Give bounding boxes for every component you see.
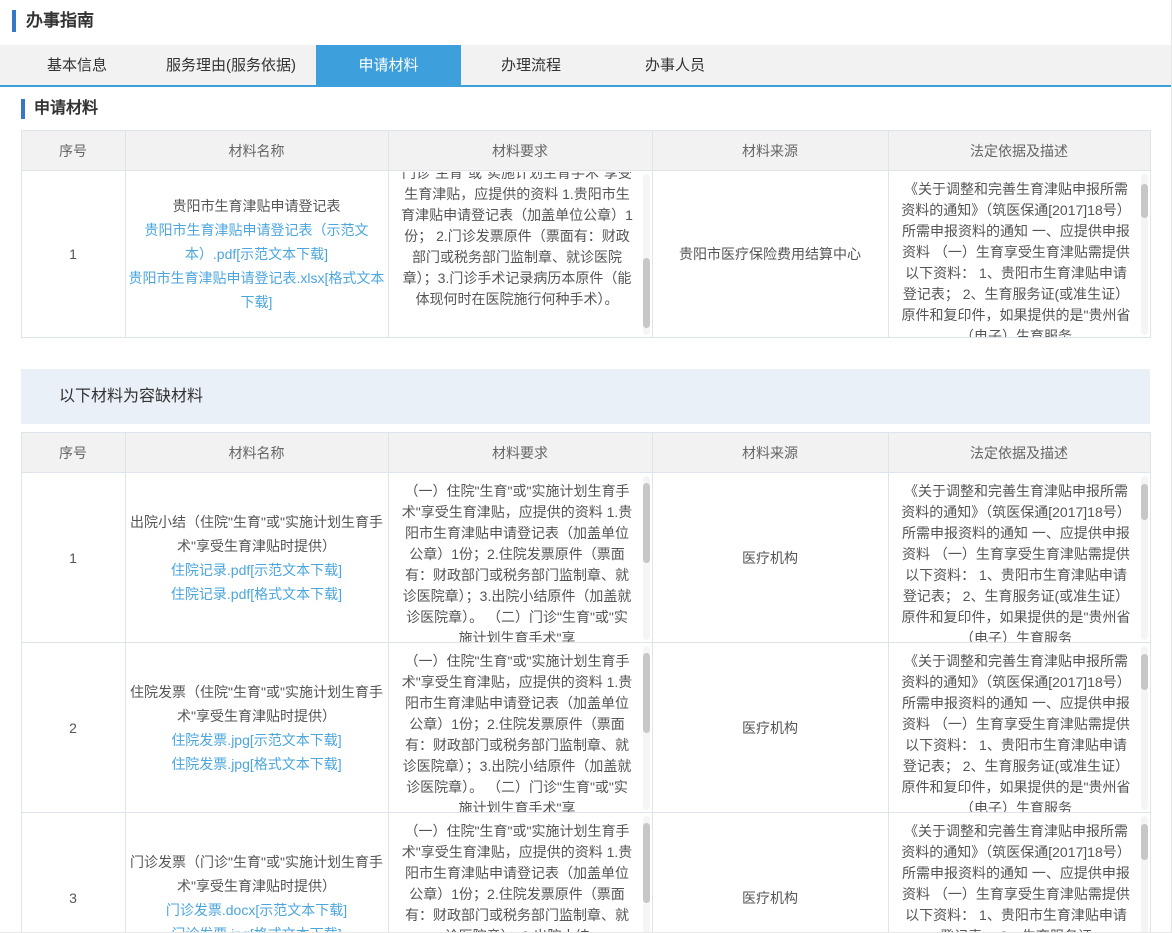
source-cell: 医疗机构 — [652, 473, 888, 643]
legal-scroll-area[interactable]: 《关于调整和完善生育津贴申报所需资料的通知》（筑医保通[2017]18号） 所需… — [889, 814, 1150, 933]
col-header-requirement: 材料要求 — [388, 131, 652, 171]
legal-text: 《关于调整和完善生育津贴申报所需资料的通知》（筑医保通[2017]18号） 所需… — [889, 644, 1150, 812]
requirement-cell: （一）住院"生育"或"实施计划生育手术"享受生育津贴，应提供的资料 1.贵阳市生… — [388, 813, 652, 933]
source-cell: 医疗机构 — [652, 813, 888, 933]
legal-cell: 《关于调整和完善生育津贴申报所需资料的通知》（筑医保通[2017]18号） 所需… — [888, 473, 1150, 643]
legal-text: 《关于调整和完善生育津贴申报所需资料的通知》（筑医保通[2017]18号） 所需… — [889, 814, 1150, 933]
requirement-scroll-area[interactable]: （一）住院"生育"或"实施计划生育手术"享受生育津贴，应提供的资料 1.贵阳市生… — [389, 814, 652, 933]
requirement-text: 门诊"生育"或"实施计划生育手术"享受生育津贴，应提供的资料 1.贵阳市生育津贴… — [389, 172, 652, 310]
legal-scroll-area[interactable]: 《关于调整和完善生育津贴申报所需资料的通知》（筑医保通[2017]18号） 所需… — [889, 644, 1150, 812]
scrollbar-thumb[interactable] — [643, 823, 650, 903]
material-name-cell: 贵阳市生育津贴申请登记表 贵阳市生育津贴申请登记表（示范文本）.pdf[示范文本… — [125, 171, 388, 338]
scrollbar-thumb[interactable] — [1141, 824, 1148, 860]
tab-bar: 基本信息 服务理由(服务依据) 申请材料 办理流程 办事人员 — [0, 45, 1171, 87]
requirement-cell: （一）住院"生育"或"实施计划生育手术"享受生育津贴，应提供的资料 1.贵阳市生… — [388, 643, 652, 813]
tab-basic-info[interactable]: 基本信息 — [8, 45, 146, 87]
seq-cell: 2 — [21, 643, 125, 813]
format-doc-link[interactable]: 住院记录.pdf[格式文本下载] — [126, 582, 388, 606]
table-header-row: 序号 材料名称 材料要求 材料来源 法定依据及描述 — [21, 433, 1150, 473]
scrollbar-thumb[interactable] — [1141, 184, 1148, 218]
tab-process[interactable]: 办理流程 — [461, 45, 601, 87]
table-row: 1 贵阳市生育津贴申请登记表 贵阳市生育津贴申请登记表（示范文本）.pdf[示范… — [21, 171, 1150, 338]
scrollbar-thumb[interactable] — [643, 258, 650, 328]
legal-scroll-area[interactable]: 《关于调整和完善生育津贴申报所需资料的通知》（筑医保通[2017]18号） 所需… — [889, 474, 1150, 642]
col-header-seq: 序号 — [21, 433, 125, 473]
requirement-cell: 门诊"生育"或"实施计划生育手术"享受生育津贴，应提供的资料 1.贵阳市生育津贴… — [388, 171, 652, 338]
material-name: 贵阳市生育津贴申请登记表 — [173, 198, 341, 214]
requirement-text: （一）住院"生育"或"实施计划生育手术"享受生育津贴，应提供的资料 1.贵阳市生… — [389, 474, 652, 642]
sample-doc-link[interactable]: 贵阳市生育津贴申请登记表（示范文本）.pdf[示范文本下载] — [126, 218, 388, 266]
material-name: 出院小结（住院"生育"或"实施计划生育手术"享受生育津贴时提供） — [130, 514, 383, 554]
source-cell: 贵阳市医疗保险费用结算中心 — [652, 171, 888, 338]
tolerant-materials-banner: 以下材料为容缺材料 — [21, 369, 1150, 424]
scrollbar-thumb[interactable] — [643, 653, 650, 733]
col-header-legal: 法定依据及描述 — [888, 131, 1150, 171]
sample-doc-link[interactable]: 住院记录.pdf[示范文本下载] — [126, 558, 388, 582]
col-header-name: 材料名称 — [125, 433, 388, 473]
sample-doc-link[interactable]: 门诊发票.docx[示范文本下载] — [126, 898, 388, 922]
legal-text: 《关于调整和完善生育津贴申报所需资料的通知》（筑医保通[2017]18号） 所需… — [889, 172, 1150, 337]
col-header-seq: 序号 — [21, 131, 125, 171]
legal-cell: 《关于调整和完善生育津贴申报所需资料的通知》（筑医保通[2017]18号） 所需… — [888, 171, 1150, 338]
source-cell: 医疗机构 — [652, 643, 888, 813]
scrollbar-thumb[interactable] — [1141, 484, 1148, 520]
format-doc-link[interactable]: 门诊发票.jpg[格式文本下载] — [126, 922, 388, 933]
service-guide-page: 办事指南 基本信息 服务理由(服务依据) 申请材料 办理流程 办事人员 申请材料… — [0, 0, 1172, 933]
tab-staff[interactable]: 办事人员 — [601, 45, 749, 87]
material-name-cell: 出院小结（住院"生育"或"实施计划生育手术"享受生育津贴时提供） 住院记录.pd… — [125, 473, 388, 643]
col-header-source: 材料来源 — [652, 131, 888, 171]
requirement-cell: （一）住院"生育"或"实施计划生育手术"享受生育津贴，应提供的资料 1.贵阳市生… — [388, 473, 652, 643]
requirement-text: （一）住院"生育"或"实施计划生育手术"享受生育津贴，应提供的资料 1.贵阳市生… — [389, 644, 652, 812]
col-header-source: 材料来源 — [652, 433, 888, 473]
material-name-cell: 门诊发票（门诊"生育"或"实施计划生育手术"享受生育津贴时提供） 门诊发票.do… — [125, 813, 388, 933]
tab-application-materials[interactable]: 申请材料 — [316, 45, 461, 87]
col-header-legal: 法定依据及描述 — [888, 433, 1150, 473]
requirement-scroll-area[interactable]: 门诊"生育"或"实施计划生育手术"享受生育津贴，应提供的资料 1.贵阳市生育津贴… — [389, 172, 652, 337]
requirement-scroll-area[interactable]: （一）住院"生育"或"实施计划生育手术"享受生育津贴，应提供的资料 1.贵阳市生… — [389, 474, 652, 642]
requirement-scroll-area[interactable]: （一）住院"生育"或"实施计划生育手术"享受生育津贴，应提供的资料 1.贵阳市生… — [389, 644, 652, 812]
materials-table: 序号 材料名称 材料要求 材料来源 法定依据及描述 1 贵阳市生育津贴申请登记表… — [21, 130, 1151, 338]
table-row: 1 出院小结（住院"生育"或"实施计划生育手术"享受生育津贴时提供） 住院记录.… — [21, 473, 1150, 643]
legal-text: 《关于调整和完善生育津贴申报所需资料的通知》（筑医保通[2017]18号） 所需… — [889, 474, 1150, 642]
material-name: 门诊发票（门诊"生育"或"实施计划生育手术"享受生育津贴时提供） — [130, 854, 383, 894]
table-row: 3 门诊发票（门诊"生育"或"实施计划生育手术"享受生育津贴时提供） 门诊发票.… — [21, 813, 1150, 933]
tolerant-materials-table: 序号 材料名称 材料要求 材料来源 法定依据及描述 1 出院小结（住院"生育"或… — [21, 432, 1151, 933]
scrollbar-thumb[interactable] — [643, 483, 650, 563]
scrollbar-thumb[interactable] — [1141, 654, 1148, 690]
format-doc-link[interactable]: 住院发票.jpg[格式文本下载] — [126, 752, 388, 776]
material-name: 住院发票（住院"生育"或"实施计划生育手术"享受生育津贴时提供） — [130, 684, 383, 724]
col-header-name: 材料名称 — [125, 131, 388, 171]
requirement-text: （一）住院"生育"或"实施计划生育手术"享受生育津贴，应提供的资料 1.贵阳市生… — [389, 814, 652, 933]
sample-doc-link[interactable]: 住院发票.jpg[示范文本下载] — [126, 728, 388, 752]
seq-cell: 3 — [21, 813, 125, 933]
page-title: 办事指南 — [12, 10, 1171, 32]
tab-service-reason[interactable]: 服务理由(服务依据) — [146, 45, 316, 87]
section-title-application-materials: 申请材料 — [21, 99, 1171, 119]
material-name-cell: 住院发票（住院"生育"或"实施计划生育手术"享受生育津贴时提供） 住院发票.jp… — [125, 643, 388, 813]
legal-scroll-area[interactable]: 《关于调整和完善生育津贴申报所需资料的通知》（筑医保通[2017]18号） 所需… — [889, 172, 1150, 337]
table-header-row: 序号 材料名称 材料要求 材料来源 法定依据及描述 — [21, 131, 1150, 171]
seq-cell: 1 — [21, 473, 125, 643]
format-doc-link[interactable]: 贵阳市生育津贴申请登记表.xlsx[格式文本下载] — [126, 266, 388, 314]
legal-cell: 《关于调整和完善生育津贴申报所需资料的通知》（筑医保通[2017]18号） 所需… — [888, 643, 1150, 813]
col-header-requirement: 材料要求 — [388, 433, 652, 473]
legal-cell: 《关于调整和完善生育津贴申报所需资料的通知》（筑医保通[2017]18号） 所需… — [888, 813, 1150, 933]
seq-cell: 1 — [21, 171, 125, 338]
table-row: 2 住院发票（住院"生育"或"实施计划生育手术"享受生育津贴时提供） 住院发票.… — [21, 643, 1150, 813]
